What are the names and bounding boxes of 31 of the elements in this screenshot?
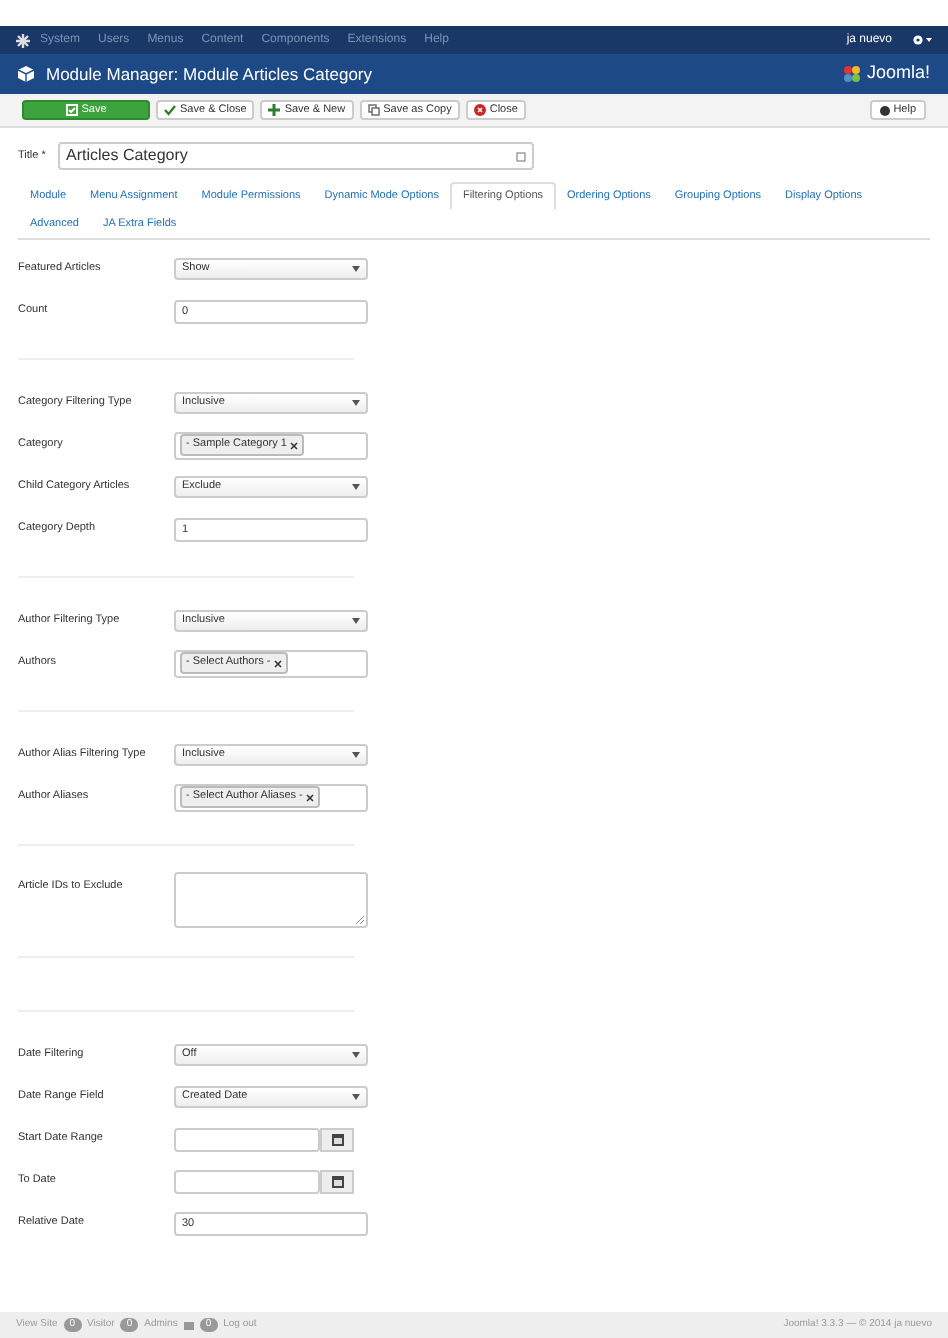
caret-icon (352, 752, 360, 758)
textarea-field[interactable] (174, 872, 368, 928)
logo-icon (842, 64, 863, 84)
copy-icon (367, 104, 380, 116)
title-field[interactable]: Articles Category (58, 142, 534, 170)
remove-icon[interactable] (274, 659, 283, 667)
date-input-field[interactable] (174, 1169, 320, 1193)
remove-icon[interactable] (306, 793, 315, 801)
resize-handle-icon[interactable] (356, 916, 364, 924)
calendar-button[interactable] (320, 1127, 354, 1151)
calendar-icon (331, 1133, 343, 1145)
caret-icon (352, 1052, 360, 1058)
caret-icon (352, 1094, 360, 1100)
caret-icon (352, 484, 360, 490)
caret-icon (352, 400, 360, 406)
gear-icon[interactable] (912, 34, 932, 46)
date-input-field[interactable] (174, 1127, 320, 1151)
checkbox-icon (65, 104, 78, 116)
close-icon (473, 104, 486, 116)
caret-icon (352, 266, 360, 272)
remove-icon[interactable] (290, 441, 299, 449)
calendar-button[interactable] (320, 1169, 354, 1193)
check-icon (164, 104, 176, 116)
caret-icon (352, 618, 360, 624)
calendar-icon (331, 1175, 343, 1187)
page-title: Module Manager: Module Articles Category (46, 61, 372, 87)
logo-icon[interactable] (16, 33, 30, 47)
field-icon (516, 151, 526, 161)
plus-icon (268, 104, 281, 116)
cube-icon (18, 66, 34, 82)
joomla-logo: Joomla! (842, 60, 930, 88)
